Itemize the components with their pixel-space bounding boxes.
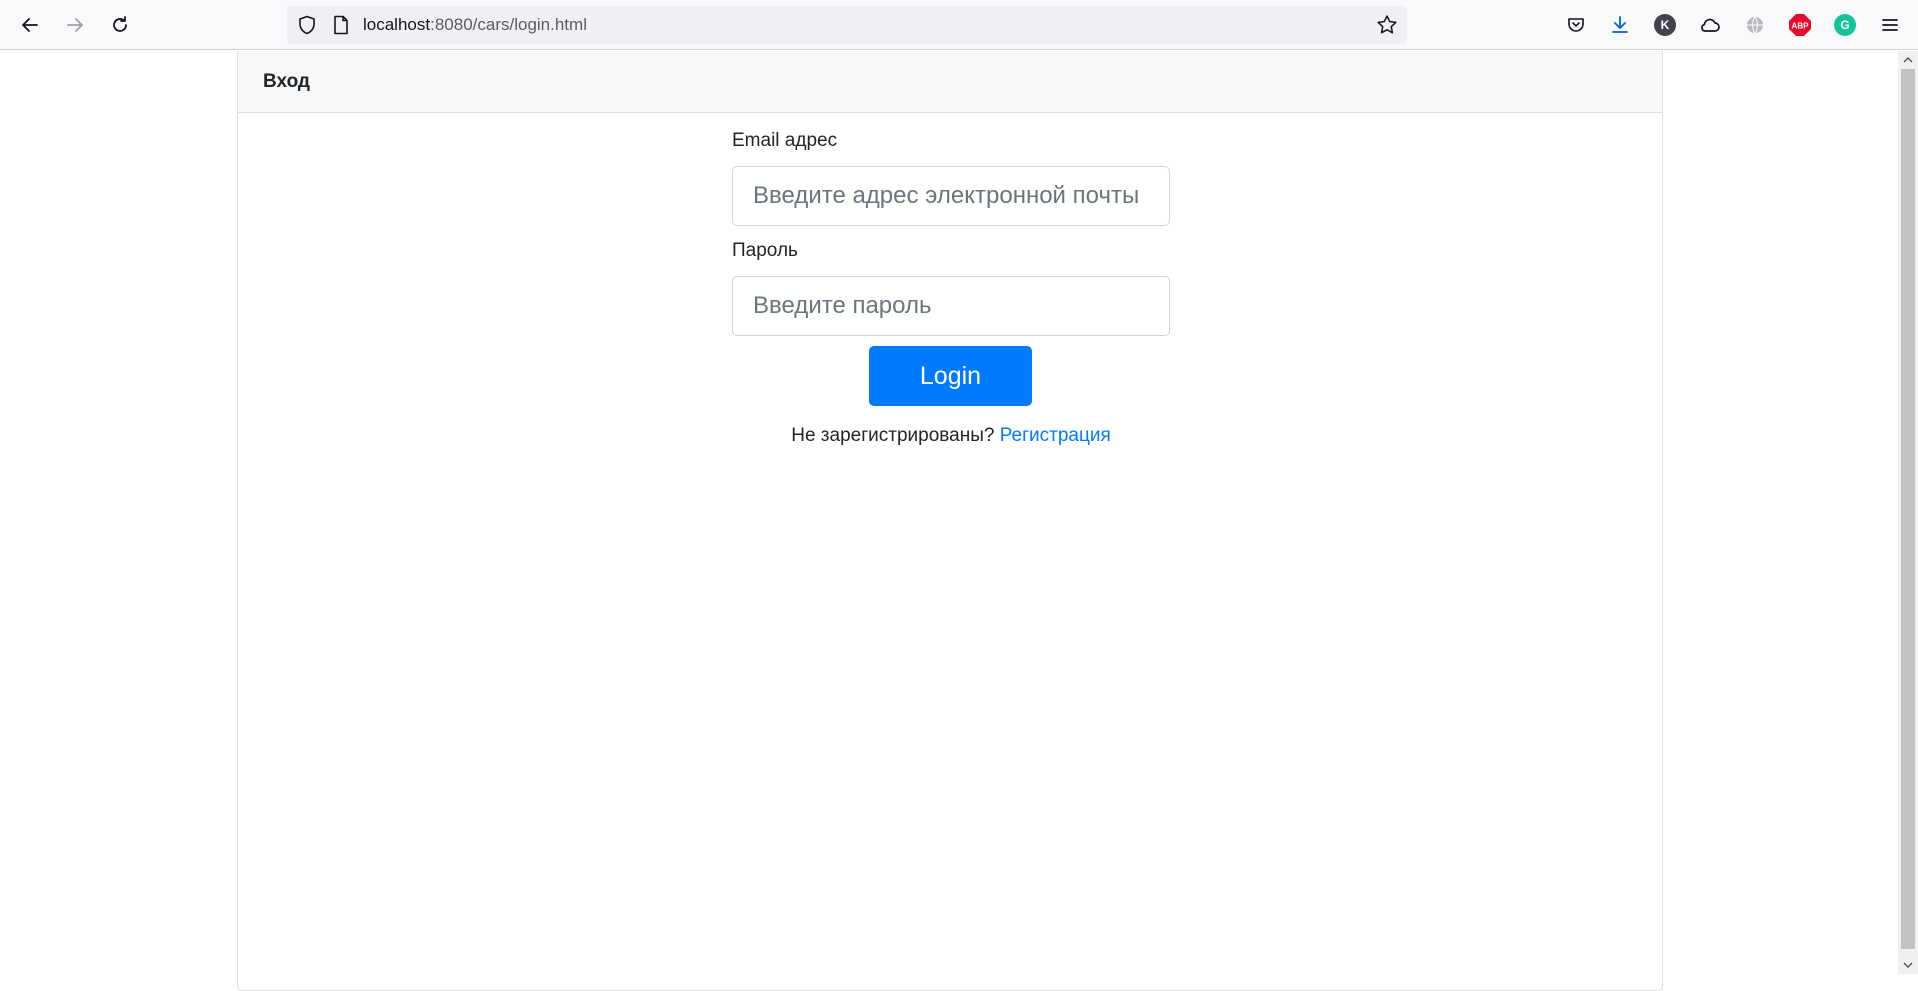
card-header: Вход	[238, 51, 1662, 113]
email-field[interactable]	[732, 166, 1170, 226]
bookmark-star-icon[interactable]	[1375, 13, 1399, 37]
pocket-button[interactable]	[1560, 9, 1592, 41]
adblock-icon: ABP	[1789, 14, 1811, 36]
adblock-extension-button[interactable]: ABP	[1784, 9, 1816, 41]
shield-icon[interactable]	[295, 13, 319, 37]
pocket-icon	[1568, 18, 1584, 32]
url-host: localhost	[363, 15, 431, 34]
grammarly-icon: G	[1834, 14, 1856, 36]
arrow-right-icon	[67, 18, 83, 32]
cloud-icon	[1701, 18, 1720, 32]
cloud-extension-button[interactable]	[1694, 9, 1726, 41]
browser-toolbar: localhost:8080/cars/login.html K ABP G	[0, 0, 1918, 50]
password-field[interactable]	[732, 276, 1170, 336]
register-line: Не зарегистрированы? Регистрация	[238, 425, 1664, 447]
reload-icon	[113, 16, 127, 32]
url-path: :8080/cars/login.html	[430, 15, 587, 34]
download-icon	[1612, 16, 1628, 33]
url-text[interactable]: localhost:8080/cars/login.html	[363, 15, 587, 35]
page-icon[interactable]	[329, 13, 353, 37]
register-link[interactable]: Регистрация	[1000, 425, 1111, 446]
login-button[interactable]: Login	[869, 346, 1032, 406]
page-viewport: Вход Email адрес Пароль Login Не зарегис…	[0, 51, 1898, 991]
url-bar[interactable]: localhost:8080/cars/login.html	[287, 6, 1407, 44]
k-extension-icon: K	[1654, 14, 1676, 36]
vertical-scrollbar[interactable]	[1898, 51, 1918, 974]
k-extension-button[interactable]: K	[1649, 9, 1681, 41]
scroll-down-button[interactable]	[1898, 956, 1918, 974]
register-prompt: Не зарегистрированы?	[791, 425, 995, 446]
arrow-left-icon	[22, 18, 38, 32]
scroll-thumb[interactable]	[1901, 69, 1915, 949]
back-button[interactable]	[14, 9, 46, 41]
login-card: Вход Email адрес Пароль Login Не зарегис…	[237, 51, 1663, 991]
password-label: Пароль	[732, 240, 798, 261]
reload-button[interactable]	[104, 9, 136, 41]
grammarly-extension-button[interactable]: G	[1829, 9, 1861, 41]
downloads-button[interactable]	[1604, 9, 1636, 41]
card-title: Вход	[263, 71, 310, 92]
chevron-down-icon	[1903, 962, 1913, 968]
globe-extension-button[interactable]	[1739, 9, 1771, 41]
forward-button[interactable]	[59, 9, 91, 41]
svg-text:ABP: ABP	[1792, 22, 1810, 31]
scroll-up-button[interactable]	[1898, 51, 1918, 69]
email-label: Email адрес	[732, 130, 838, 151]
chevron-up-icon	[1903, 57, 1913, 63]
globe-icon	[1747, 16, 1763, 34]
menu-button[interactable]	[1874, 9, 1906, 41]
hamburger-menu-icon	[1882, 19, 1898, 31]
